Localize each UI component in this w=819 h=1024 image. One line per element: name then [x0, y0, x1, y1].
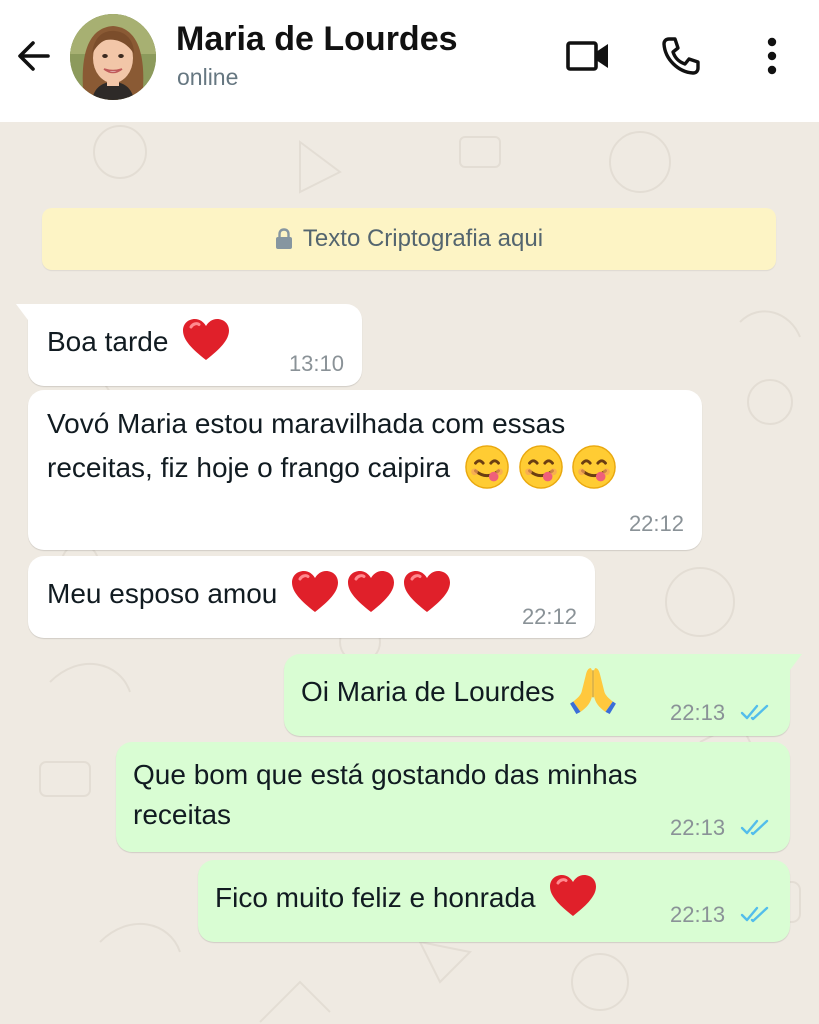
- back-button[interactable]: [14, 36, 54, 76]
- message-time: 22:13: [670, 815, 726, 840]
- more-options-button[interactable]: [748, 32, 796, 80]
- message-text-line-2: receitas, fiz hoje o frango caipira: [47, 447, 617, 490]
- message-text: Oi Maria de Lourdes: [301, 671, 618, 714]
- red-heart-emoji: [291, 570, 339, 614]
- red-heart-emoji: [403, 570, 451, 614]
- lock-icon: [275, 228, 292, 249]
- message-bubble-outgoing[interactable]: Oi Maria de Lourdes 22:13: [284, 654, 802, 736]
- read-receipt-icon: [740, 702, 770, 722]
- phone-icon: [662, 37, 700, 75]
- message-text-line-1: Que bom que está gostando das minhas: [133, 759, 638, 790]
- contact-status: online: [177, 64, 239, 90]
- message-text-line-1: Vovó Maria estou maravilhada com essas: [47, 408, 566, 439]
- message-bubble-outgoing[interactable]: Que bom que está gostando das minhas rec…: [116, 742, 790, 852]
- red-heart-emoji: [549, 874, 597, 918]
- more-vertical-icon: [767, 37, 777, 75]
- encryption-banner[interactable]: Texto Criptografia aqui: [42, 208, 776, 270]
- chat-area[interactable]: Texto Criptografia aqui Boa tarde 13:10 …: [0, 122, 819, 1024]
- message-bubble-incoming[interactable]: Boa tarde 13:10: [16, 304, 362, 386]
- message-time: 22:12: [521, 604, 577, 629]
- message-time: 22:13: [670, 700, 726, 725]
- read-receipt-icon: [740, 817, 770, 837]
- message-time: 22:13: [670, 902, 726, 927]
- message-bubble-incoming[interactable]: Vovó Maria estou maravilhada com essas r…: [28, 390, 702, 550]
- message-time: 13:10: [288, 351, 344, 376]
- avatar-photo: [70, 14, 156, 100]
- red-heart-emoji: [347, 570, 395, 614]
- video-camera-icon: [566, 41, 608, 71]
- message-text: Meu esposo amou: [47, 573, 451, 615]
- yum-face-emoji: [518, 444, 564, 490]
- message-time: 22:12: [628, 511, 684, 536]
- encryption-text: Texto Criptografia aqui: [302, 225, 544, 252]
- contact-avatar[interactable]: [70, 14, 156, 100]
- video-call-button[interactable]: [564, 32, 612, 80]
- arrow-left-icon: [18, 41, 50, 71]
- message-text: Fico muito feliz e honrada: [215, 877, 597, 919]
- chat-header: Maria de Lourdes online: [0, 0, 819, 122]
- message-bubble-outgoing[interactable]: Fico muito feliz e honrada 22:13: [198, 860, 790, 942]
- contact-name[interactable]: Maria de Lourdes: [176, 20, 458, 59]
- red-heart-emoji: [182, 318, 230, 362]
- voice-call-button[interactable]: [656, 32, 704, 80]
- yum-face-emoji: [464, 444, 510, 490]
- message-text: Boa tarde: [47, 321, 230, 363]
- read-receipt-icon: [740, 904, 770, 924]
- message-text-line-2: receitas: [133, 799, 232, 830]
- yum-face-emoji: [571, 444, 617, 490]
- folded-hands-emoji: [568, 664, 618, 714]
- message-bubble-incoming[interactable]: Meu esposo amou 22:12: [28, 556, 595, 638]
